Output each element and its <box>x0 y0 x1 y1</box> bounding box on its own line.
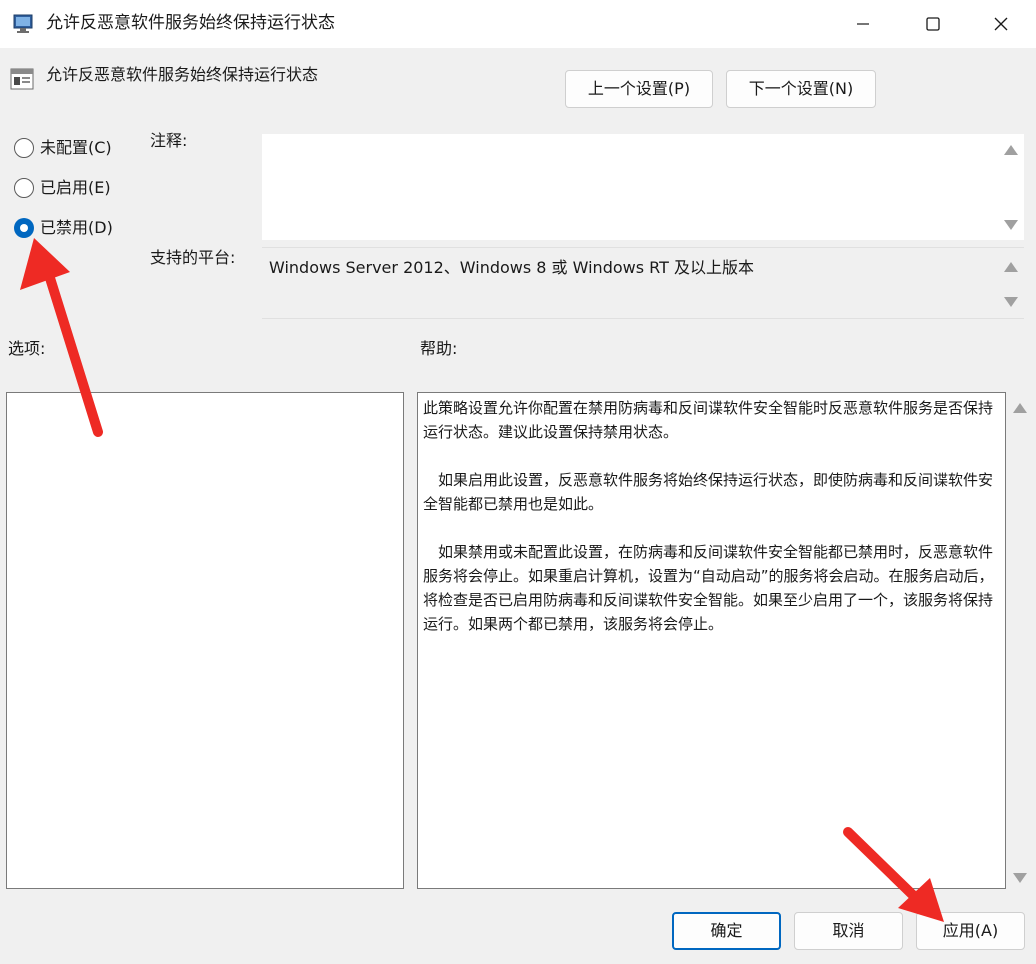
title-bar: 允许反恶意软件服务始终保持运行状态 <box>0 0 1036 48</box>
options-panel <box>6 392 404 889</box>
comment-label: 注释: <box>150 131 188 150</box>
cancel-button[interactable]: 取消 <box>794 912 903 950</box>
comment-scroll-up-icon[interactable] <box>1004 145 1018 155</box>
apply-button[interactable]: 应用(A) <box>916 912 1025 950</box>
next-setting-button[interactable]: 下一个设置(N) <box>726 70 876 108</box>
maximize-icon <box>926 17 940 31</box>
radio-label: 已禁用(D) <box>40 218 113 237</box>
window-title: 允许反恶意软件服务始终保持运行状态 <box>46 13 335 33</box>
comment-textarea[interactable] <box>262 134 1024 240</box>
platform-scroll-down-icon[interactable] <box>1004 297 1018 307</box>
radio-label: 已启用(E) <box>40 178 111 197</box>
maximize-button[interactable] <box>898 0 968 48</box>
comment-scroll-down-icon[interactable] <box>1004 220 1018 230</box>
help-panel: 此策略设置允许你配置在禁用防病毒和反间谍软件安全智能时反恶意软件服务是否保持运行… <box>417 392 1006 889</box>
radio-label: 未配置(C) <box>40 138 112 157</box>
ok-button[interactable]: 确定 <box>672 912 781 950</box>
help-scroll-down-icon[interactable] <box>1013 873 1027 883</box>
help-paragraph: 如果禁用或未配置此设置，在防病毒和反间谍软件安全智能都已禁用时，反恶意软件服务将… <box>423 543 994 633</box>
policy-setting-icon <box>10 67 34 91</box>
previous-setting-button[interactable]: 上一个设置(P) <box>565 70 713 108</box>
platform-scroll-up-icon[interactable] <box>1004 262 1018 272</box>
radio-button[interactable] <box>14 178 34 198</box>
platform-label: 支持的平台: <box>150 248 236 267</box>
help-paragraph: 此策略设置允许你配置在禁用防病毒和反间谍软件安全智能时反恶意软件服务是否保持运行… <box>423 399 994 441</box>
minimize-button[interactable] <box>828 0 898 48</box>
policy-title: 允许反恶意软件服务始终保持运行状态 <box>46 65 319 84</box>
minimize-icon <box>857 23 869 25</box>
platform-field: Windows Server 2012、Windows 8 或 Windows … <box>262 247 1024 319</box>
radio-button-selected[interactable] <box>14 218 34 238</box>
help-paragraph: 如果启用此设置，反恶意软件服务将始终保持运行状态，即使防病毒和反间谍软件安全智能… <box>423 471 994 513</box>
options-label: 选项: <box>8 339 46 358</box>
close-icon <box>994 17 1008 31</box>
group-policy-app-icon <box>12 13 36 35</box>
radio-button[interactable] <box>14 138 34 158</box>
platform-value: Windows Server 2012、Windows 8 或 Windows … <box>269 258 754 277</box>
close-button[interactable] <box>966 0 1036 48</box>
help-scroll-up-icon[interactable] <box>1013 403 1027 413</box>
help-label: 帮助: <box>420 339 458 358</box>
